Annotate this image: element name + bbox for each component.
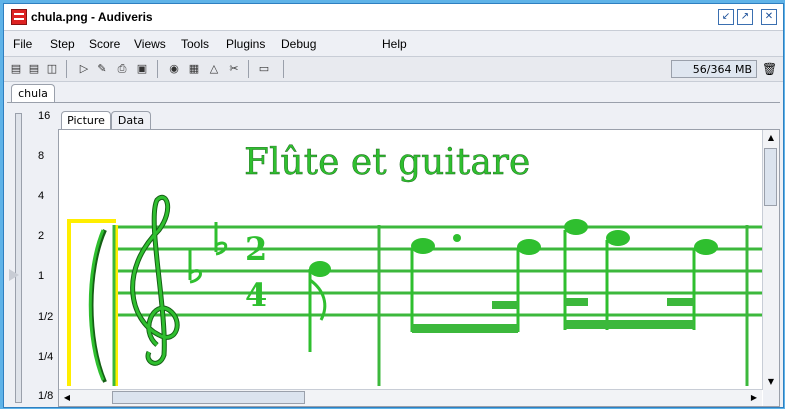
toolbar-separator xyxy=(66,60,67,78)
columns-icon[interactable]: ▤ xyxy=(26,61,42,77)
scroll-left-arrow[interactable]: ◀ xyxy=(60,391,74,405)
app-window: chula.png - Audiveris ↙ ↗ ✕ File Step Sc… xyxy=(0,0,785,409)
picture-view[interactable]: Flûte et guitare 2 4 ▲ ▼ ◀ ▶ xyxy=(58,129,780,407)
brace xyxy=(89,229,107,383)
sheet-area: 16 8 4 2 1 1/2 1/4 1/8 Picture Data Flût… xyxy=(7,102,780,407)
window-title: chula.png - Audiveris xyxy=(31,10,153,24)
key-signature xyxy=(188,222,228,284)
edit-icon[interactable]: ✎ xyxy=(94,61,110,77)
zoom-label: 4 xyxy=(38,190,45,202)
menu-file[interactable]: File xyxy=(13,37,32,51)
menu-help[interactable]: Help xyxy=(382,37,407,51)
zoom-label: 1/4 xyxy=(38,351,54,363)
menu-debug[interactable]: Debug xyxy=(281,37,316,51)
trash-icon[interactable]: 🗑 xyxy=(762,61,777,77)
close-icon[interactable]: ✕ xyxy=(761,9,777,25)
save-icon[interactable]: ▣ xyxy=(134,61,150,77)
title-bar[interactable]: chula.png - Audiveris ↙ ↗ ✕ xyxy=(4,4,783,31)
score-image: Flûte et guitare 2 4 xyxy=(67,142,762,386)
sheet-tab-chula[interactable]: chula xyxy=(11,84,55,103)
scroll-up-arrow[interactable]: ▲ xyxy=(764,131,778,145)
binoculars-icon[interactable]: ◉ xyxy=(166,61,182,77)
print-icon[interactable]: ⎙ xyxy=(114,61,130,77)
score-title: Flûte et guitare xyxy=(244,142,530,183)
menu-tools[interactable]: Tools xyxy=(181,37,209,51)
toolbar-separator xyxy=(283,60,284,78)
zoom-slider[interactable] xyxy=(15,113,22,403)
toolbar: ▤ ▤ ◫ ▷ ✎ ⎙ ▣ ◉ ▦ △ ✂ ▭ 56/364 MB 🗑 xyxy=(4,56,783,82)
scroll-right-arrow[interactable]: ▶ xyxy=(747,391,761,405)
tab-picture[interactable]: Picture xyxy=(61,111,111,129)
note-head xyxy=(309,261,331,277)
window-frame: chula.png - Audiveris ↙ ↗ ✕ File Step Sc… xyxy=(3,3,784,408)
vertical-scroll-thumb[interactable] xyxy=(764,148,777,206)
scroll-down-arrow[interactable]: ▼ xyxy=(764,375,778,389)
menu-bar: File Step Score Views Tools Plugins Debu… xyxy=(4,33,783,55)
audiveris-logo-icon xyxy=(11,9,27,25)
vertical-scrollbar[interactable]: ▲ ▼ xyxy=(762,130,779,390)
scissors-icon[interactable]: ✂ xyxy=(226,61,242,77)
horizontal-scrollbar[interactable]: ◀ ▶ xyxy=(59,389,762,406)
zoom-label: 16 xyxy=(38,110,51,122)
menu-score[interactable]: Score xyxy=(89,37,120,51)
scroll-corner xyxy=(763,390,779,406)
book-icon[interactable]: ▦ xyxy=(186,61,202,77)
minimize-icon[interactable]: ↙ xyxy=(718,9,734,25)
menu-views[interactable]: Views xyxy=(134,37,166,51)
maximize-icon[interactable]: ↗ xyxy=(737,9,753,25)
stems xyxy=(410,230,696,332)
toolbar-separator xyxy=(157,60,158,78)
zoom-label: 2 xyxy=(38,230,45,242)
zoom-label: 1 xyxy=(38,270,45,282)
menu-plugins[interactable]: Plugins xyxy=(226,37,265,51)
menu-step[interactable]: Step xyxy=(50,37,75,51)
time-sig-bottom: 4 xyxy=(245,276,267,314)
time-sig-top: 2 xyxy=(245,230,267,268)
zoom-label: 1/8 xyxy=(38,390,54,402)
toolbar-separator xyxy=(248,60,249,78)
zoom-label: 1/2 xyxy=(38,311,54,323)
midi-icon[interactable]: ▭ xyxy=(256,61,272,77)
open-icon[interactable]: ▤ xyxy=(8,61,24,77)
triangle-icon[interactable]: △ xyxy=(206,61,222,77)
staff-lines xyxy=(114,225,762,317)
horizontal-scroll-thumb[interactable] xyxy=(112,391,305,404)
play-step-icon[interactable]: ▷ xyxy=(76,61,92,77)
rows-icon[interactable]: ◫ xyxy=(44,61,60,77)
zoom-label: 8 xyxy=(38,150,45,162)
zoom-slider-thumb[interactable] xyxy=(9,269,19,281)
memory-meter: 56/364 MB xyxy=(671,60,757,78)
tab-data[interactable]: Data xyxy=(111,111,151,129)
